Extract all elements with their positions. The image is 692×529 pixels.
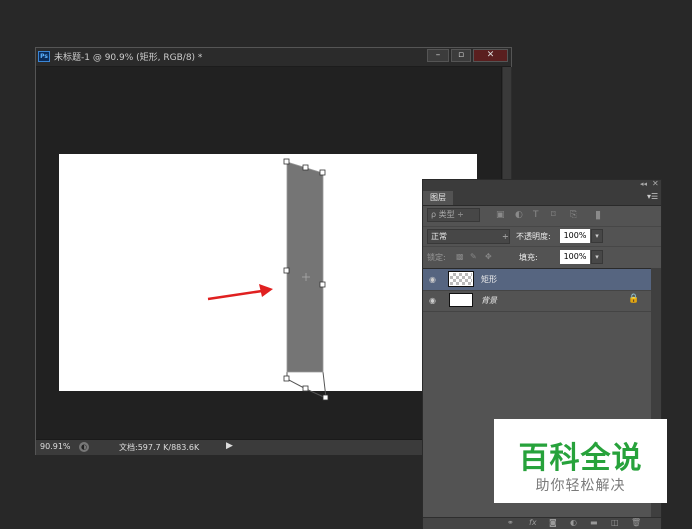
layer-name[interactable]: 矩形	[481, 274, 497, 285]
panel-topbar[interactable]: ◂◂ ✕	[423, 179, 661, 191]
image-filter-icon[interactable]: ▣	[496, 210, 505, 220]
delete-icon[interactable]: 🗑	[631, 518, 641, 527]
blend-row: 正常 ÷ 不透明度: 100% ▾	[423, 226, 661, 247]
blend-chevron-icon: ÷	[502, 232, 509, 241]
white-canvas[interactable]	[59, 154, 477, 391]
filter-type-select[interactable]: ρ 类型 ÷	[427, 208, 480, 222]
watermark-title: 百科全说	[518, 441, 643, 476]
fill-dropdown-button[interactable]: ▾	[591, 250, 603, 264]
lock-transparent-pixels-icon[interactable]: ▩	[456, 252, 464, 261]
status-menu-arrow-icon[interactable]: ▶	[226, 441, 233, 451]
status-info-icon[interactable]: ◐	[79, 442, 89, 452]
blend-mode-value: 正常	[431, 232, 447, 241]
watermark-subtitle: 助你轻松解决	[535, 478, 626, 494]
scrollbar-thumb[interactable]	[503, 67, 511, 187]
type-filter-icon[interactable]: T	[533, 210, 539, 220]
panel-menu-icon[interactable]: ▾☰	[647, 192, 658, 201]
visibility-eye-icon[interactable]: ◉	[429, 296, 436, 305]
layer-name[interactable]: 背景	[481, 295, 497, 306]
document-size-info: 文档:597.7 K/883.6K	[119, 443, 200, 452]
photoshop-logo-icon: Ps	[38, 51, 50, 62]
layer-row-rectangle[interactable]: ◉ 矩形	[423, 269, 651, 291]
opacity-input[interactable]: 100%	[560, 229, 590, 243]
opacity-dropdown-button[interactable]: ▾	[591, 229, 603, 243]
lock-position-icon[interactable]: ✥	[485, 252, 492, 261]
watermark: 百科全说 助你轻松解决	[494, 419, 667, 503]
lock-row: 锁定: ▩ ✎ ✥ 🔒 填充: 100% ▾	[423, 246, 661, 268]
new-layer-icon[interactable]: ◫	[611, 518, 619, 527]
lock-icon: 🔒	[628, 294, 640, 304]
layer-thumbnail[interactable]	[448, 271, 474, 287]
close-panel-icon[interactable]: ✕	[652, 179, 659, 188]
adjustment-filter-icon[interactable]: ◐	[515, 210, 523, 220]
fx-icon[interactable]: fx	[529, 518, 537, 527]
lock-label: 锁定:	[427, 253, 446, 262]
layer-row-background[interactable]: ◉ 背景 🔒	[423, 290, 651, 312]
layer-thumbnail[interactable]	[449, 293, 473, 307]
minimize-button[interactable]: –	[427, 49, 449, 62]
group-icon[interactable]: ▬	[590, 518, 598, 527]
collapse-panel-icon[interactable]: ◂◂	[640, 180, 647, 188]
smart-object-filter-icon[interactable]: ⎘	[570, 210, 577, 220]
panel-tabbar: 图层 ▾☰	[423, 191, 661, 206]
fill-label: 填充:	[519, 253, 538, 262]
lock-image-pixels-icon[interactable]: ✎	[470, 252, 477, 261]
shape-filter-icon[interactable]: ⌑	[551, 210, 556, 220]
zoom-level-field[interactable]: 90.91%	[40, 442, 71, 451]
opacity-label: 不透明度:	[516, 232, 551, 241]
blend-mode-select[interactable]: 正常 ÷	[427, 229, 510, 244]
fill-input[interactable]: 100%	[560, 250, 590, 264]
maximize-button[interactable]: ▫	[451, 49, 471, 62]
visibility-eye-icon[interactable]: ◉	[429, 275, 436, 284]
adjustment-icon[interactable]: ◐	[570, 518, 577, 527]
tab-layers[interactable]: 图层	[423, 191, 453, 205]
filter-toggle-icon[interactable]: ▮	[595, 208, 601, 221]
close-button[interactable]: ✕	[473, 49, 508, 62]
document-title: 未标题-1 @ 90.9% (矩形, RGB/8) *	[54, 53, 203, 63]
layers-bottom-bar: ⚭ fx ◙ ◐ ▬ ◫ 🗑	[423, 517, 661, 529]
link-icon[interactable]: ⚭	[507, 518, 514, 527]
document-titlebar[interactable]: Ps 未标题-1 @ 90.9% (矩形, RGB/8) * – ▫ ✕	[36, 48, 511, 67]
mask-icon[interactable]: ◙	[549, 518, 557, 527]
layer-filter-row: ρ 类型 ÷ ▣ ◐ T ⌑ ⎘ ▮	[423, 206, 661, 226]
